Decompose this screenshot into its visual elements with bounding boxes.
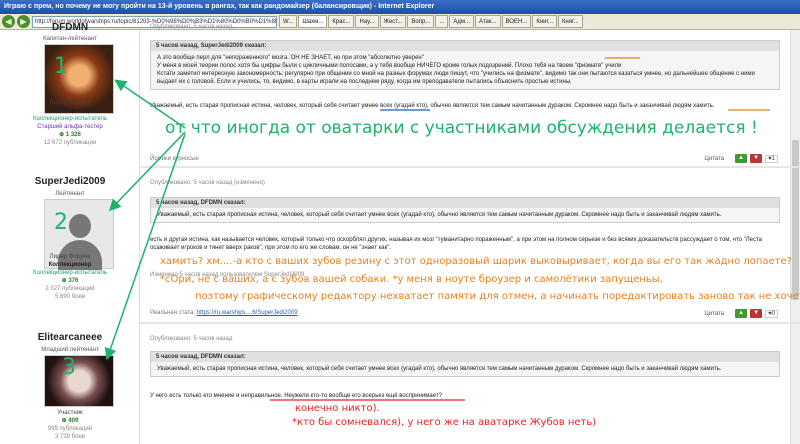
tab[interactable]: Книг... [557,15,583,28]
annotation-orange-text: *сОри, не с ваших, а с зубов вашей собак… [160,274,663,285]
quote-button[interactable]: Цитата [704,311,724,317]
annotation-red-text: *кто бы сомневался), у него же на аватар… [292,417,597,428]
author-role: Лидер Форума [49,100,91,106]
author-avatar[interactable] [44,355,114,407]
author-rank: Младший лейтенант [41,347,99,353]
signature-label: Реальная стата: [150,310,197,316]
quote-header: 5 часов назад, DFDMN сказал: [151,198,779,208]
quote-body: А это вообще перл для "непораженного" мо… [151,51,779,89]
post-actions: Цитата ▲ ▼ ♥1 [704,154,778,163]
post-separator [140,322,800,324]
tab[interactable]: Книг... [532,15,557,28]
author-name[interactable]: SuperJedi2009 [0,176,140,187]
post-quote: 5 часов назад, DFDMN сказал: Уважаемый, … [150,351,780,377]
upvote-button[interactable]: ▲ [735,154,748,163]
author-collector: Коллекционер [48,108,92,114]
tab[interactable]: Нау... [355,15,379,28]
tab[interactable]: Крас... [328,15,355,28]
tab[interactable]: Адм... [449,15,474,28]
author-rank: Капитан-лейтенант [43,36,97,42]
author-badge: Коллекционер-испытатель [32,116,108,122]
like-count: ♥0 [765,309,778,318]
author-badge: Старший альфа-тестер [37,124,103,130]
post-quote: 5 часов назад, SuperJedi2009 сказал: А э… [150,40,780,90]
quote-header: 5 часов назад, SuperJedi2009 сказал: [151,41,779,51]
scrollbar-thumb[interactable] [792,140,799,300]
upvote-button[interactable]: ▲ [735,309,748,318]
author-battles: 3 739 боев [55,434,85,440]
post-separator [140,166,800,168]
author-role: Участник [57,410,83,416]
tab-strip: W... Шахм... Крас... Нау... Жест... Вопр… [279,15,800,28]
author-collector: Коллекционер [48,262,92,268]
tab[interactable]: Вопр... [407,15,435,28]
author-rating: ⊕ 409 [61,418,79,424]
annotation-green-text: от что иногда от оватарки с участниками … [165,118,758,138]
quote-line: Уважаемый, есть старая прописная истина,… [157,366,722,372]
post-text: есть и другая истина, как называется чел… [150,237,762,251]
author-rating: ⊕ 376 [61,278,79,284]
author-battles: 5 890 боев [55,294,85,300]
tab[interactable]: ... [435,15,449,28]
tab[interactable]: Жест... [379,15,407,28]
post-meta: Опубликовано: 5 часов назад [150,24,233,30]
author-name[interactable]: DFDMN [0,22,140,33]
annotation-orange-text: хамить? хм....-а кто с ваших зубов резин… [160,256,792,267]
like-count: ♥1 [765,154,778,163]
window-title: Играю с прем, но почему не могу пройти н… [0,0,800,14]
author-post-count: 995 публикаций [47,426,93,432]
tab[interactable]: Атак... [474,15,501,28]
annotation-orange-text: поэтому графическому редактору нехватает… [195,291,800,302]
post-text: Уважаемый, есть старая прописная истина,… [150,103,715,109]
scrollbar[interactable] [790,30,800,444]
avatar-placeholder-head [69,214,91,238]
quote-line: Кстати заметил интересную закономерность… [157,71,755,85]
post-actions: Цитата ▲ ▼ ♥0 [704,309,778,318]
author-post-count: 2 327 публикаций [45,286,95,292]
tab[interactable]: W... [279,15,298,28]
author-role: Лидер Форума [49,254,91,260]
tab[interactable]: Шахм... [298,15,328,28]
author-badge: Коллекционер-испытатель [32,270,108,276]
annotation-number: 3 [62,355,76,380]
quote-line: А это вообще перл для "непораженного" мо… [157,55,424,61]
downvote-button[interactable]: ▼ [750,154,763,163]
quote-line: Уважаемый, есть старая прописная истина,… [157,212,722,218]
tab[interactable]: ВОЕН... [501,15,532,28]
post-meta: Опубликовано: 5 часов назад [150,336,233,342]
quote-body: Уважаемый, есть старая прописная истина,… [151,362,779,376]
post-text: У него есть только его мнение и неправил… [150,393,442,399]
post-signature: Йожики курносые [150,156,199,162]
author-name[interactable]: Elitearcaneee [0,332,140,343]
post-meta: Опубликовано: 5 часов назад (изменено) [150,180,265,186]
annotation-number: 1 [54,54,68,79]
quote-button[interactable]: Цитата [704,156,724,162]
signature-link[interactable]: https://ru.warships....6/SuperJedi2009 [197,310,298,316]
author-rank: Лейтенант [55,191,85,197]
author-rating: ⊕ 1 326 [59,132,81,138]
annotation-red-text: конечно никто). [295,403,380,414]
quote-body: Уважаемый, есть старая прописная истина,… [151,208,779,222]
quote-header: 5 часов назад, DFDMN сказал: [151,352,779,362]
downvote-button[interactable]: ▼ [750,309,763,318]
post-quote: 5 часов назад, DFDMN сказал: Уважаемый, … [150,197,780,223]
post-signature: Реальная стата: https://ru.warships....6… [150,310,298,316]
author-post-count: 12 672 публикации [43,140,97,146]
quote-line: У меня в моей теории полос хотя бы цифры… [157,63,622,69]
annotation-number: 2 [54,210,68,235]
